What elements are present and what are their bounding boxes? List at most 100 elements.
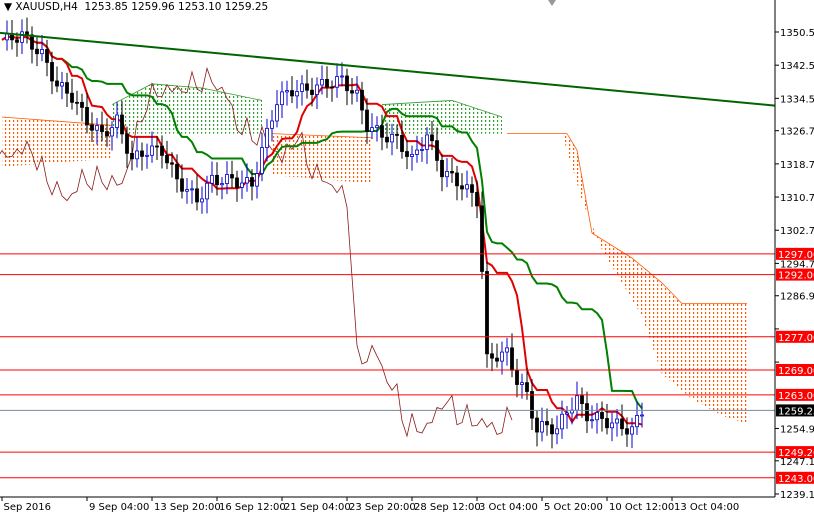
candle-body bbox=[410, 154, 414, 157]
candle-body bbox=[20, 31, 24, 43]
current-price-label: 1259.25 bbox=[778, 406, 814, 417]
chikou-span-line bbox=[0, 66, 513, 438]
chart-header: ▼ XAUUSD,H4 1253.85 1259.96 1253.10 1259… bbox=[4, 1, 268, 13]
candle-body bbox=[190, 188, 194, 191]
candle-body bbox=[205, 182, 209, 200]
candle-body bbox=[35, 48, 39, 55]
candle-body bbox=[140, 150, 144, 157]
candle-body bbox=[635, 415, 639, 428]
candle-body bbox=[535, 417, 539, 433]
x-tick-label: 28 Sep 12:00 bbox=[414, 502, 481, 513]
candle-body bbox=[135, 150, 139, 160]
candle-body bbox=[515, 369, 519, 385]
candle-body bbox=[125, 133, 129, 154]
x-tick-label: 13 Oct 04:00 bbox=[674, 502, 739, 513]
candle-body bbox=[230, 174, 234, 179]
price-level-label: 1243.00 bbox=[778, 474, 814, 485]
candle-body bbox=[275, 104, 279, 122]
candle-body bbox=[340, 75, 344, 78]
candle-body bbox=[580, 395, 584, 405]
candle-body bbox=[255, 173, 259, 187]
candle-body bbox=[330, 86, 334, 89]
candle-body bbox=[460, 185, 464, 190]
candle-body bbox=[585, 403, 589, 422]
candle-body bbox=[30, 34, 34, 50]
y-tick-label: 1254.90 bbox=[780, 424, 814, 435]
candle-body bbox=[50, 62, 54, 82]
candle-body bbox=[450, 171, 454, 174]
x-tick-label: 10 Oct 12:00 bbox=[609, 502, 674, 513]
candle-body bbox=[525, 382, 529, 392]
candle-body bbox=[85, 106, 89, 126]
candle-body bbox=[130, 152, 134, 160]
candle-body bbox=[245, 177, 249, 184]
candle-body bbox=[615, 418, 619, 424]
candle-body bbox=[540, 421, 544, 433]
candle-body bbox=[350, 90, 354, 94]
candle-body bbox=[305, 83, 309, 91]
candle-body bbox=[610, 422, 614, 429]
candle-body bbox=[250, 177, 254, 187]
candle-body bbox=[390, 133, 394, 143]
candle-body bbox=[5, 33, 9, 41]
candle-body bbox=[260, 147, 264, 174]
candle-body bbox=[470, 184, 474, 193]
price-chart[interactable]: 1297.001292.001277.001269.001263.001249.… bbox=[0, 0, 814, 514]
candle-body bbox=[565, 412, 569, 415]
candle-body bbox=[195, 188, 199, 203]
x-tick-label: 6 Sep 2016 bbox=[0, 502, 51, 513]
y-tick-label: 1342.50 bbox=[780, 61, 814, 72]
candle-body bbox=[500, 351, 504, 362]
candle-body bbox=[320, 78, 324, 86]
y-tick-label: 1286.90 bbox=[780, 292, 814, 303]
candle-body bbox=[165, 154, 169, 164]
chart-window[interactable]: 1297.001292.001277.001269.001263.001249.… bbox=[0, 0, 814, 514]
trendline[interactable] bbox=[0, 31, 777, 107]
candle-body bbox=[90, 124, 94, 131]
candle-body bbox=[285, 90, 289, 93]
candle-body bbox=[300, 83, 304, 92]
candle-body bbox=[220, 183, 224, 186]
y-tick-label: 1302.70 bbox=[780, 226, 814, 237]
candle-body bbox=[370, 127, 374, 132]
candle-body bbox=[270, 120, 274, 129]
candle-body bbox=[315, 84, 319, 95]
y-tick-label: 1326.70 bbox=[780, 127, 814, 138]
candle-body bbox=[475, 192, 479, 207]
candle-body bbox=[440, 160, 444, 178]
candle-body bbox=[605, 418, 609, 429]
candle-body bbox=[355, 89, 359, 94]
candle-body bbox=[405, 151, 409, 157]
x-tick-label: 5 Oct 20:00 bbox=[544, 502, 603, 513]
shift-marker-icon[interactable] bbox=[548, 0, 556, 6]
candle-body bbox=[75, 101, 79, 104]
candle-body bbox=[310, 89, 314, 95]
price-level-label: 1269.00 bbox=[778, 366, 814, 377]
candle-body bbox=[235, 177, 239, 188]
candle-body bbox=[530, 391, 534, 419]
y-tick-label: 1310.70 bbox=[780, 193, 814, 204]
tenkan-sen-line bbox=[1, 35, 643, 426]
candle-body bbox=[595, 412, 599, 421]
symbol-label: XAUUSD,H4 bbox=[15, 1, 78, 13]
x-tick-label: 3 Oct 04:00 bbox=[479, 502, 538, 513]
candle-body bbox=[200, 198, 204, 203]
y-tick-label: 1294.70 bbox=[780, 259, 814, 270]
dropdown-triangle-icon[interactable]: ▼ bbox=[4, 1, 15, 13]
candle-body bbox=[625, 428, 629, 435]
candle-body bbox=[640, 414, 644, 417]
candle-body bbox=[55, 80, 59, 87]
candle-body bbox=[215, 174, 219, 186]
candle-body bbox=[170, 162, 174, 165]
candle-body bbox=[555, 428, 559, 435]
candle-body bbox=[510, 347, 514, 371]
candle-body bbox=[265, 127, 269, 148]
candle-body bbox=[385, 136, 389, 143]
price-level-label: 1292.00 bbox=[778, 271, 814, 282]
candle-body bbox=[455, 172, 459, 187]
ohlc-values: 1253.85 1259.96 1253.10 1259.25 bbox=[84, 1, 269, 13]
candle-body bbox=[365, 109, 369, 132]
candle-body bbox=[630, 426, 634, 435]
candle-body bbox=[70, 92, 74, 103]
candle-body bbox=[560, 413, 564, 430]
